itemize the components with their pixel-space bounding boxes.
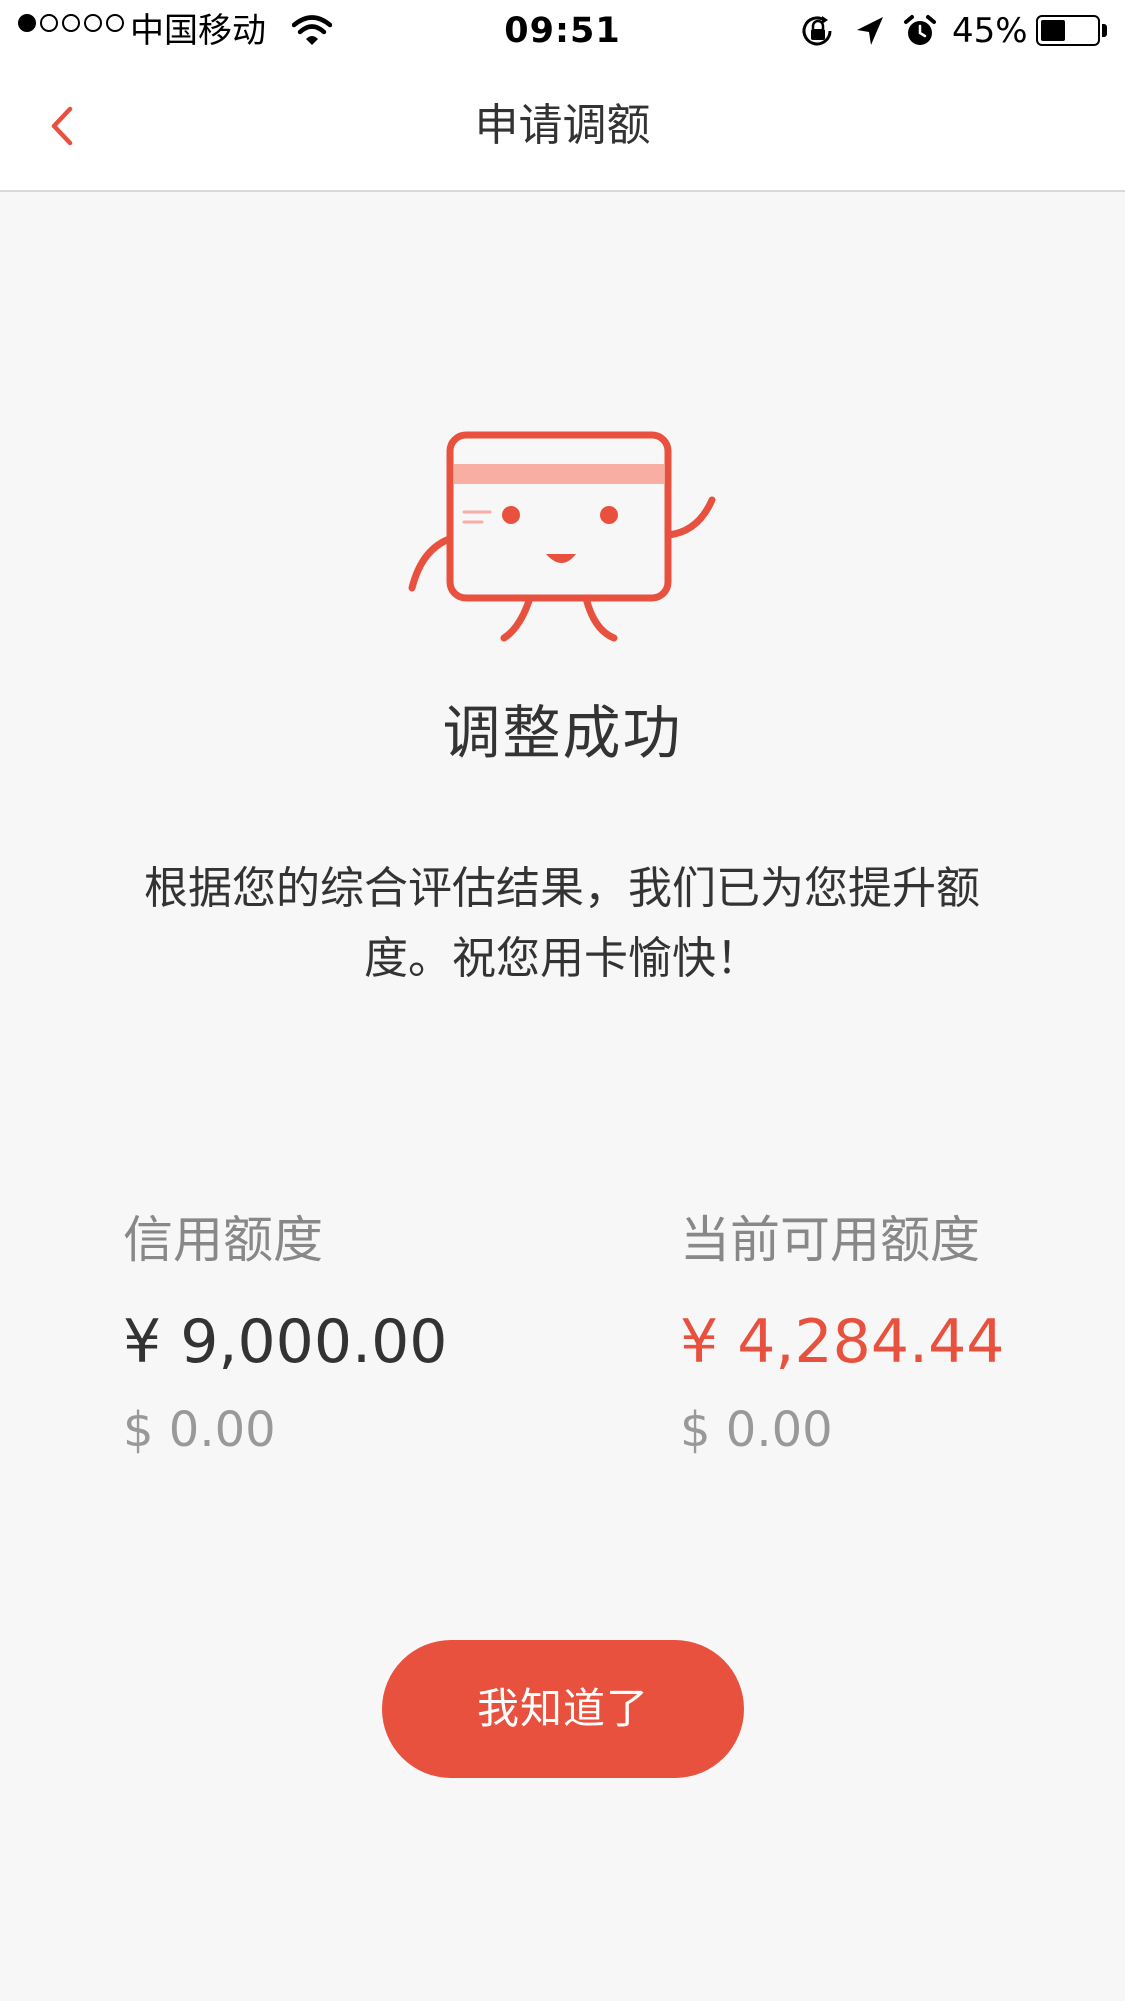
location-arrow-icon: [857, 17, 883, 45]
confirm-button[interactable]: 我知道了: [382, 1640, 744, 1778]
available-limit-cny: ¥ 4,284.44: [680, 1307, 1005, 1377]
battery-tip: [1102, 24, 1107, 37]
result-title: 调整成功: [442, 699, 683, 767]
credit-limit-cny: ¥ 9,000.00: [123, 1307, 448, 1377]
available-limit-usd: $ 0.00: [680, 1402, 833, 1458]
battery-icon: [1036, 15, 1100, 46]
alarm-clock-icon: [904, 15, 936, 45]
battery-percentage: 45%: [952, 11, 1028, 51]
navigation-bar: 申请调额: [0, 62, 1125, 192]
page-title: 申请调额: [474, 100, 651, 151]
credit-limit-usd: $ 0.00: [123, 1402, 276, 1458]
available-limit-block: 当前可用额度 ¥ 4,284.44 $ 0.00: [680, 1208, 1004, 1460]
credit-limit-block: 信用额度 ¥ 9,000.00 $ 0.00: [123, 1208, 447, 1460]
card-mascot-illustration: [408, 431, 716, 642]
result-description: 根据您的综合评估结果，我们已为您提升额度。祝您用卡愉快！: [144, 863, 980, 984]
status-bar: 中国移动 09:51 45%: [0, 0, 1125, 62]
battery-level: [1041, 20, 1065, 41]
credit-limit-label: 信用额度: [123, 1211, 323, 1269]
available-limit-label: 当前可用额度: [680, 1211, 980, 1269]
rotation-lock-icon: [802, 16, 832, 46]
